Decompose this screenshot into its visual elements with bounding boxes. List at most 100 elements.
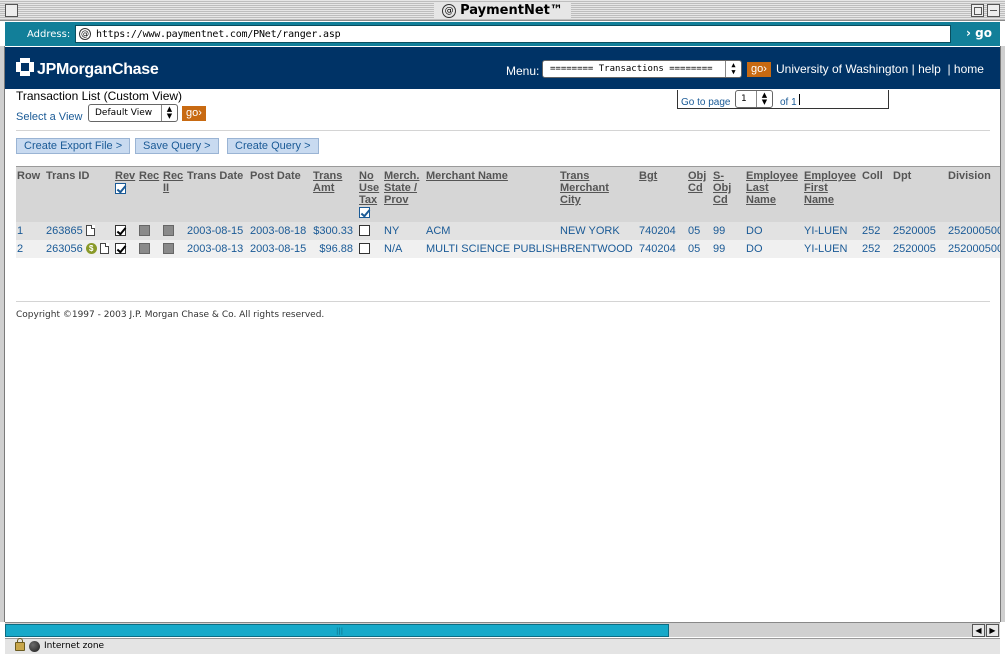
jpmorganchase-logo[interactable]: JPMorganChase (16, 55, 159, 79)
cell-last-name: DO (745, 239, 803, 258)
page-select-value: 1 (741, 94, 747, 104)
col-rec-ii[interactable]: Rec II (162, 166, 186, 222)
cell-rev (114, 239, 138, 258)
cell-trans-date: 2003-08-13 (186, 239, 249, 258)
globe-icon (29, 641, 40, 652)
rec-checkbox (139, 243, 150, 255)
rec-ii-checkbox (163, 243, 174, 255)
save-query-button[interactable]: Save Query > (135, 138, 219, 154)
col-rec[interactable]: Rec (138, 166, 162, 222)
cell-no-use-tax (358, 221, 383, 240)
col-trans-amt[interactable]: Trans Amt (312, 166, 358, 222)
create-export-file-button[interactable]: Create Export File > (16, 138, 131, 154)
cell-dpt: 2520005 (892, 239, 947, 258)
cell-trans-id: 263865 (45, 221, 114, 240)
trans-id-link[interactable]: 263056 (46, 243, 83, 255)
cell-trans-amt: $96.88 (312, 239, 358, 258)
collapse-box-icon[interactable] (987, 4, 1000, 17)
col-trans-id: Trans ID (45, 166, 114, 222)
cell-bgt: 740204 (638, 221, 687, 240)
cell-city: NEW YORK (559, 221, 638, 240)
cell-s-obj-cd: 99 (712, 239, 745, 258)
menu-label: Menu: (506, 64, 540, 78)
divider (16, 130, 990, 131)
cell-row: 1 (16, 221, 45, 240)
cell-last-name: DO (745, 221, 803, 240)
scroll-left-arrow-icon[interactable]: ◀ (972, 624, 985, 637)
col-coll: Coll (861, 166, 892, 222)
help-link[interactable]: help (918, 62, 941, 76)
col-division: Division (947, 166, 1000, 222)
col-trans-merchant-city[interactable]: Trans Merchant City (559, 166, 638, 222)
col-employee-first-name[interactable]: Employee First Name (803, 166, 861, 222)
cell-obj-cd: 05 (687, 239, 712, 258)
copyright-text: Copyright ©1997 - 2003 J.P. Morgan Chase… (16, 310, 325, 320)
menu-select-stepper-icon: ▲ ▼ (725, 61, 741, 77)
lock-icon (15, 638, 25, 651)
no-use-tax-checkbox[interactable] (359, 225, 370, 237)
col-trans-date: Trans Date (186, 166, 249, 222)
cell-row: 2 (16, 239, 45, 258)
cell-rec (138, 239, 162, 258)
cell-rec (138, 221, 162, 240)
menu-go-button[interactable]: go› (747, 62, 771, 77)
scrollbar-thumb[interactable]: ||| (5, 624, 669, 637)
rev-select-all-checkbox[interactable] (115, 182, 126, 194)
cell-merchant-name: MULTI SCIENCE PUBLISHI (425, 239, 559, 258)
header-links: University of Washington | help | home (776, 62, 984, 76)
cell-city: BRENTWOOD (559, 239, 638, 258)
home-link[interactable]: home (954, 62, 984, 76)
col-employee-last-name[interactable]: Employee Last Name (745, 166, 803, 222)
view-go-button[interactable]: go› (182, 106, 206, 121)
address-go-button[interactable]: › go (966, 26, 992, 40)
rev-checkbox[interactable] (115, 243, 126, 255)
address-field[interactable]: @ https://www.paymentnet.com/PNet/ranger… (75, 25, 951, 43)
goto-page-label: Go to page (681, 97, 731, 108)
menu-select-value: ======== Transactions ======== (550, 64, 713, 74)
no-use-tax-select-all-checkbox[interactable] (359, 206, 370, 218)
col-obj-cd[interactable]: Obj Cd (687, 166, 712, 222)
link-separator: | (911, 62, 915, 76)
cell-post-date: 2003-08-15 (249, 239, 312, 258)
table-row: 1 263865 2003-08-15 2003-08-18 $300.33 N… (16, 221, 1000, 240)
page-count: of 1 (780, 97, 797, 108)
select-view-label: Select a View (16, 111, 83, 123)
cell-coll: 252 (861, 221, 892, 240)
site-header: JPMorganChase Menu: ======== Transaction… (5, 47, 1000, 89)
col-no-use-tax[interactable]: No Use Tax (358, 166, 383, 222)
document-icon[interactable] (99, 243, 109, 255)
menu-select[interactable]: ======== Transactions ======== ▲ ▼ (542, 60, 742, 78)
trans-id-link[interactable]: 263865 (46, 225, 83, 237)
col-bgt[interactable]: Bgt (638, 166, 687, 222)
cell-merchant-name: ACM (425, 221, 559, 240)
dollar-icon[interactable]: $ (85, 243, 97, 255)
rev-checkbox[interactable] (115, 225, 126, 237)
col-merchant-name[interactable]: Merchant Name (425, 166, 559, 222)
zoom-box-icon[interactable] (971, 4, 984, 17)
col-rev[interactable]: Rev (114, 166, 138, 222)
no-use-tax-checkbox[interactable] (359, 243, 370, 255)
window-titlebar[interactable]: @ PaymentNet™ (0, 0, 1005, 21)
address-url[interactable]: https://www.paymentnet.com/PNet/ranger.a… (96, 29, 341, 40)
page-select[interactable]: 1 ▲ ▼ (735, 90, 773, 108)
document-icon[interactable] (85, 225, 95, 237)
col-dpt: Dpt (892, 166, 947, 222)
cell-rec-ii (162, 221, 186, 240)
cell-first-name: YI-LUEN (803, 221, 861, 240)
view-select[interactable]: Default View ▲ ▼ (88, 104, 178, 122)
cell-no-use-tax (358, 239, 383, 258)
col-merch-state[interactable]: Merch. State / Prov (383, 166, 425, 222)
cell-trans-id: 263056 $ (45, 239, 114, 258)
create-query-button[interactable]: Create Query > (227, 138, 319, 154)
org-link[interactable]: University of Washington (776, 62, 908, 76)
col-s-obj-cd[interactable]: S- Obj Cd (712, 166, 745, 222)
rec-checkbox (139, 225, 150, 237)
status-bar: Internet zone (5, 638, 1000, 654)
cell-obj-cd: 05 (687, 221, 712, 240)
page-title: Transaction List (Custom View) (16, 89, 183, 103)
horizontal-scrollbar[interactable]: ||| ◀ ▶ (5, 622, 1000, 637)
table-row: 2 263056 $ 2003-08-13 2003-08-15 $96.88 N… (16, 239, 1000, 258)
col-post-date: Post Date (249, 166, 312, 222)
scroll-right-arrow-icon[interactable]: ▶ (986, 624, 999, 637)
status-zone: Internet zone (44, 641, 105, 651)
